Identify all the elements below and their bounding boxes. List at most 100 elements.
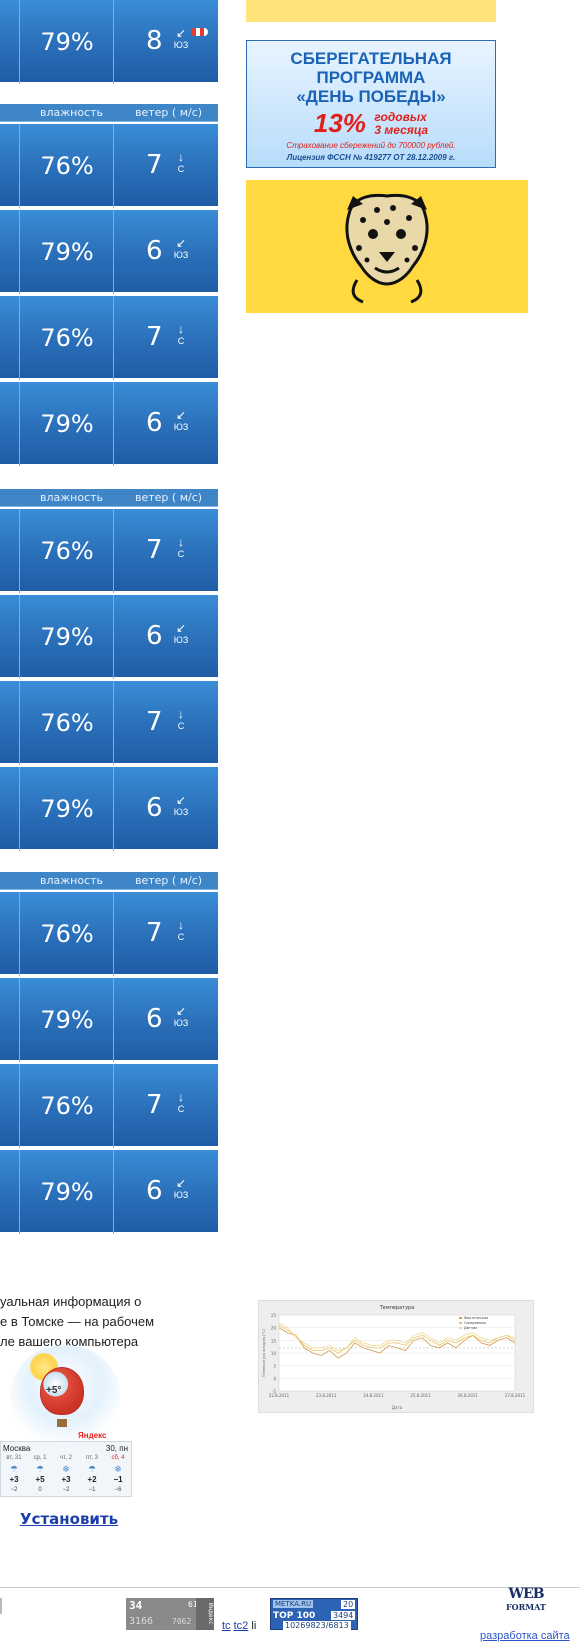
webformat-logo[interactable]: WEB FORMAT [506,1586,546,1612]
footer-edge [0,1598,2,1614]
humidity-cell: 79% [20,382,114,466]
wind-direction: ↙ ЮЗ [170,621,192,645]
wind-direction-label: С [177,1104,185,1114]
x-tick-label: 24.8.2011 [363,1393,384,1398]
weather-row: 76% 7 ↓ С [0,1064,218,1148]
counter-metka[interactable]: METKA.RU 20 TOP 100 3494 10269823/6813 [270,1598,358,1630]
row-edge [0,1150,20,1234]
counter-liveinternet[interactable]: 34 61 3166 7062 Индекс [126,1598,214,1630]
tc-links: tc tc2 li [222,1620,256,1632]
city-name: Москва [3,1444,31,1453]
y-tick-label: 25 [271,1313,277,1318]
y-tick-label: 0 [273,1376,276,1381]
x-tick-label: 27.8.2011 [505,1393,526,1398]
forecast-temp: +5 [35,1475,45,1484]
row-edge [0,296,20,380]
forecast-low: 0 [38,1487,42,1493]
chart-svg: 2520151050-522.8.2011 23.8.2011 24.8.2011 2… [262,1305,526,1410]
weather-row: 76% 7 ↓ С [0,124,218,208]
humidity-value: 76% [40,1092,94,1120]
wind-direction: ↓ С [170,707,192,731]
snowflake-icon: ❄ [114,1464,122,1474]
wind-arrow-icon: ↓ [178,707,184,721]
wind-arrow-icon: ↙ [175,621,187,635]
wind-arrow-icon: ↙ [175,793,187,807]
weather-row: 76% 7 ↓ С [0,509,218,593]
weather-table-header: влажность ветер ( м/с) [0,489,218,507]
humidity-cell: 79% [20,767,114,851]
weather-widget[interactable]: +5° Яндекс Москва 30, пн вт, 31 ср, 1 чт… [0,1345,132,1500]
weather-row: 76% 7 ↓ С [0,892,218,976]
forecast-temp: +3 [61,1475,71,1484]
counter-brand: METKA.RU [273,1600,314,1608]
balloon-temp: +5° [46,1385,62,1396]
wind-arrow-icon: ↙ [175,1004,187,1018]
forecast-day: сб, 4 [111,1455,125,1461]
banner-line2: ПРОГРАММА [316,68,426,87]
wind-direction: ↙ ЮЗ [170,1004,192,1028]
forecast-temp: +3 [9,1475,19,1484]
wind-speed: 7 [146,150,163,180]
wind-direction: ↓ С [170,322,192,346]
banner-leopard[interactable] [246,180,528,313]
page: 79% 8 ↙ ЮЗ СБЕРЕГАТЕЛЬНАЯ ПРОГРАММА «ДЕНЬ П… [0,0,580,1649]
wind-arrow-icon: ↙ [175,1176,187,1190]
forecast-temp: +2 [87,1475,97,1484]
y-tick-label: 5 [273,1364,276,1369]
banner-percent-line2: 3 месяца [374,122,429,137]
forecast-temp: −1 [113,1475,123,1484]
row-edge [0,1064,20,1148]
counter-value: 10269823/6813 [283,1621,351,1630]
header-humidity: влажность [40,106,104,119]
humidity-cell: 79% [20,595,114,679]
counter-value: 3494 [331,1611,356,1620]
humidity-cell: 79% [20,1150,114,1234]
current-date: 30, пн [105,1444,128,1453]
humidity-value: 76% [40,709,94,737]
wind-direction: ↓ С [170,150,192,174]
counter-value: 20 [341,1600,356,1609]
wind-direction: ↙ ЮЗ [170,1176,192,1200]
banner-license: Лицензия ФССН № 419277 ОТ 28.12.2009 г. [286,153,456,162]
install-link[interactable]: Установить [20,1510,118,1528]
row-edge [0,124,20,208]
y-axis-label: Температура воздуха (°C) [262,1328,266,1378]
banner-top[interactable] [246,0,496,22]
wind-direction: ↓ С [170,918,192,942]
wind-direction-label: С [177,164,185,174]
wind-direction-label: ЮЗ [173,635,189,645]
wind-speed: 6 [146,621,163,651]
x-tick-label: 22.8.2011 [269,1393,290,1398]
wind-speed: 6 [146,1176,163,1206]
wind-direction-label: ЮЗ [173,807,189,817]
weather-row: 76% 7 ↓ С [0,681,218,765]
wind-direction-label: ЮЗ [173,40,189,50]
wind-direction-label: ЮЗ [173,1018,189,1028]
weather-row: 79% 6 ↙ ЮЗ [0,978,218,1062]
wind-cell: 7 ↓ С [114,509,218,593]
wind-cell: 7 ↓ С [114,1064,218,1148]
humidity-value: 79% [40,795,94,823]
wind-speed: 6 [146,236,163,266]
snowflake-icon: ❄ [62,1464,70,1474]
tc2-link[interactable]: tc2 [234,1620,249,1632]
dev-link[interactable]: разработка сайта [480,1630,570,1642]
wind-arrow-icon: ↓ [178,322,184,336]
wind-cell: 8 ↙ ЮЗ [114,0,218,84]
wind-speed: 7 [146,322,163,352]
header-wind: ветер ( м/с) [135,874,203,887]
humidity-cell: 76% [20,681,114,765]
wind-direction-label: ЮЗ [173,250,189,260]
counter-value: 7062 [172,1617,192,1626]
weather-row: 79% 8 ↙ ЮЗ [0,0,218,84]
logo-text: WEB [508,1586,544,1602]
legend-swatch [459,1327,462,1329]
tc-link[interactable]: tc [222,1620,231,1632]
wind-direction: ↙ ЮЗ [170,408,192,432]
wind-direction: ↙ ЮЗ [170,26,192,50]
banner-savings[interactable]: СБЕРЕГАТЕЛЬНАЯ ПРОГРАММА «ДЕНЬ ПОБЕДЫ» 13%… [246,40,496,168]
humidity-value: 79% [40,1006,94,1034]
windsock-icon [192,28,208,36]
wind-cell: 7 ↓ С [114,296,218,380]
banner-line3: «ДЕНЬ ПОБЕДЫ» [296,87,446,106]
